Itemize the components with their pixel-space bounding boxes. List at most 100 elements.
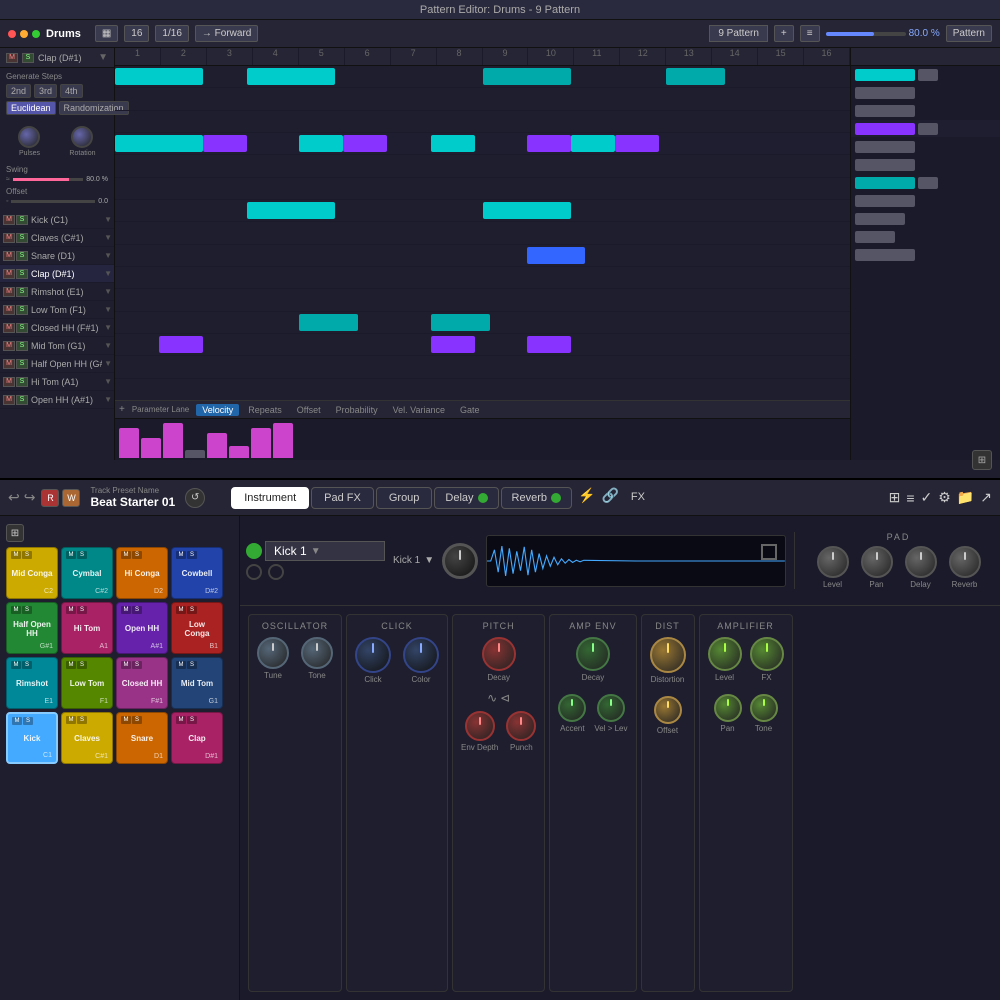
vel-bar-1[interactable]	[119, 428, 139, 458]
midconga-block-2[interactable]	[431, 336, 475, 353]
clap-block-7[interactable]	[571, 135, 615, 152]
pulses-knob[interactable]	[18, 126, 40, 148]
clap-block-8[interactable]	[615, 135, 659, 152]
pad-grid-icon[interactable]: ⊞	[6, 524, 24, 542]
link-icon[interactable]: 🔗	[601, 487, 618, 509]
grid-row-closedhh[interactable]	[115, 200, 850, 222]
lightning-icon[interactable]: ⚡	[578, 487, 595, 509]
track-row-lowtom[interactable]: MS Low Tom (F1) ▼	[0, 301, 114, 319]
rotation-knob[interactable]	[71, 126, 93, 148]
midtom-clip[interactable]	[855, 195, 915, 207]
pad-lc-m[interactable]: M	[176, 606, 186, 614]
pad-cl-m[interactable]: M	[66, 716, 76, 724]
snare-arrow[interactable]: ▼	[104, 251, 112, 260]
pad-claves[interactable]: MS Claves C#1	[61, 712, 113, 764]
grid-view-btn[interactable]: ▦	[95, 25, 118, 42]
mute-all-btn[interactable]: M	[6, 53, 18, 63]
vel-bar-3[interactable]	[163, 423, 183, 458]
offset-dist-knob[interactable]	[654, 696, 682, 724]
pad-cowbell[interactable]: MS Cowbell D#2	[171, 547, 223, 599]
instrument-tab[interactable]: Instrument	[231, 487, 309, 509]
add-lane-btn[interactable]: +	[119, 404, 125, 415]
kick-block-2[interactable]	[247, 68, 335, 85]
clip-row-halfopenhh[interactable]	[851, 210, 1000, 228]
halfopenhh-block-1[interactable]	[527, 247, 586, 264]
grid-icon[interactable]: ⊞	[889, 489, 901, 506]
clip-row-snare[interactable]	[851, 102, 1000, 120]
closedhh-arrow[interactable]: ▼	[104, 323, 112, 332]
pad-hc-s[interactable]: S	[132, 551, 142, 559]
grid-row-lowtom[interactable]	[115, 178, 850, 200]
ch1-power[interactable]	[246, 543, 262, 559]
probability-tab[interactable]: Probability	[330, 404, 384, 416]
vel-bar-2[interactable]	[141, 438, 161, 458]
pad-cp-s[interactable]: S	[187, 716, 197, 724]
snare-clip[interactable]	[855, 105, 915, 117]
write-btn[interactable]: W	[62, 489, 80, 507]
add-pattern-btn[interactable]: +	[774, 25, 794, 42]
settings-icon[interactable]: ⚙	[938, 489, 951, 506]
track-row-hitom[interactable]: MS Hi Tom (A1) ▼	[0, 373, 114, 391]
pad-ho-s[interactable]: S	[22, 606, 32, 614]
expand-icon[interactable]: ↗	[980, 489, 992, 506]
snare-mute[interactable]: M	[3, 251, 15, 261]
clap-block-1[interactable]	[115, 135, 203, 152]
pad-lt-s[interactable]: S	[77, 661, 87, 669]
track-row-halfopenhh[interactable]: MS Half Open HH (G#1) ▼	[0, 355, 114, 373]
clap-arrow[interactable]: ▼	[104, 269, 112, 278]
pad-lt-m[interactable]: M	[66, 661, 76, 669]
openhh-clip[interactable]	[855, 249, 915, 261]
claves-clip[interactable]	[855, 87, 915, 99]
track-row-midtom[interactable]: MS Mid Tom (G1) ▼	[0, 337, 114, 355]
pad-rs-s[interactable]: S	[22, 661, 32, 669]
grid-row-rimshot[interactable]	[115, 155, 850, 177]
lowconga-block-2[interactable]	[431, 314, 490, 331]
grid-row-halfopenhh[interactable]	[115, 245, 850, 267]
3rd-btn[interactable]: 3rd	[34, 84, 57, 98]
repeats-tab[interactable]: Repeats	[242, 404, 288, 416]
pad-snare[interactable]: MS Snare D1	[116, 712, 168, 764]
vel-bar-4[interactable]	[185, 450, 205, 458]
clip-row-midtom[interactable]	[851, 192, 1000, 210]
track-row-snare[interactable]: MS Snare (D1) ▼	[0, 247, 114, 265]
closedhh-mute[interactable]: M	[3, 323, 15, 333]
pad-mt-s[interactable]: S	[187, 661, 197, 669]
closedhh-block-1[interactable]	[247, 202, 335, 219]
pad-kick[interactable]: MS Kick C1	[6, 712, 58, 764]
vel-bar-5[interactable]	[207, 433, 227, 458]
kick-block-1[interactable]	[115, 68, 203, 85]
hitom-clip[interactable]	[855, 231, 895, 243]
amp-decay-knob[interactable]	[576, 637, 610, 671]
midtom-mute[interactable]: M	[3, 341, 15, 351]
grid-row-claves[interactable]	[115, 88, 850, 110]
pad-ki-m[interactable]: M	[12, 717, 22, 725]
pitch-link-icon[interactable]: ∿	[487, 691, 497, 705]
kick-dropdown-arrow[interactable]: ▼	[311, 546, 321, 557]
pad-cy-s[interactable]: S	[77, 551, 87, 559]
clap-block-4[interactable]	[343, 135, 387, 152]
offset-slider[interactable]	[11, 200, 95, 203]
closedhh-solo[interactable]: S	[16, 323, 28, 333]
pad-level-knob[interactable]	[817, 546, 849, 578]
velocity-tab[interactable]: Velocity	[196, 404, 239, 416]
pad-ht-s[interactable]: S	[77, 606, 87, 614]
grid-row-midconga[interactable]	[115, 334, 850, 356]
grid-row-clap[interactable]	[115, 133, 850, 155]
openhh-arrow[interactable]: ▼	[104, 395, 112, 404]
hitom-mute[interactable]: M	[3, 377, 15, 387]
track-row-kick[interactable]: MS Kick (C1) ▼	[0, 211, 114, 229]
pad-reverb-knob[interactable]	[949, 546, 981, 578]
pad-hc-m[interactable]: M	[121, 551, 131, 559]
amp-level-knob[interactable]	[708, 637, 742, 671]
pad-hi-conga[interactable]: MS Hi Conga D2	[116, 547, 168, 599]
midconga-block-3[interactable]	[527, 336, 571, 353]
distortion-knob[interactable]	[650, 637, 686, 673]
track-row-rimshot[interactable]: MS Rimshot (E1) ▼	[0, 283, 114, 301]
pad-ht-m[interactable]: M	[66, 606, 76, 614]
openhh-mute[interactable]: M	[3, 395, 15, 405]
pad-lc-s[interactable]: S	[187, 606, 197, 614]
vel-lev-knob[interactable]	[597, 694, 625, 722]
offset-tab[interactable]: Offset	[291, 404, 327, 416]
claves-arrow[interactable]: ▼	[104, 233, 112, 242]
clap-block-5[interactable]	[431, 135, 475, 152]
